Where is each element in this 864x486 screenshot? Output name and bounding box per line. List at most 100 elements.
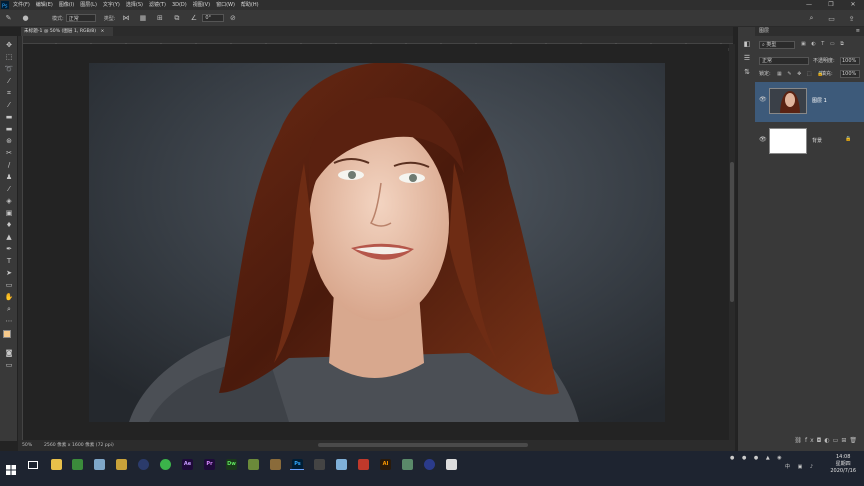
vertical-scrollbar[interactable] — [729, 44, 735, 440]
app-icon-10[interactable] — [424, 459, 435, 470]
content-aware-icon[interactable]: ⊞ — [154, 13, 165, 24]
brush-tool-preset-icon[interactable]: ✎ — [3, 13, 14, 24]
adjustments-panel-icon[interactable]: ⇅ — [742, 67, 752, 77]
windows-start-icon[interactable] — [6, 460, 16, 475]
illustrator-icon[interactable]: AI — [380, 459, 391, 470]
minimize-button[interactable]: — — [798, 0, 820, 10]
menu-3d[interactable]: 3D(D) — [169, 0, 190, 10]
horizontal-scroll-thumb[interactable] — [318, 443, 528, 447]
angle-icon[interactable]: ∠ — [188, 13, 199, 24]
photoshop-logo-icon[interactable]: Ps — [0, 0, 10, 10]
fill-input[interactable]: 100% — [840, 70, 860, 78]
share-icon[interactable]: ⇪ — [846, 13, 857, 24]
link-layers-icon[interactable]: ⛓ — [794, 437, 805, 444]
menu-edit[interactable]: 编辑(E) — [33, 0, 56, 10]
hand-tool-icon[interactable]: ✋ — [4, 292, 14, 302]
shape-tool-icon[interactable]: ▭ — [4, 280, 14, 290]
app-icon-6[interactable] — [314, 459, 325, 470]
app-icon-2[interactable] — [94, 459, 105, 470]
search-icon[interactable]: ⌕ — [806, 13, 817, 24]
path-selection-tool-icon[interactable]: ➤ — [4, 268, 14, 278]
close-window-button[interactable]: ✕ — [842, 0, 864, 10]
file-explorer-icon[interactable] — [51, 459, 62, 470]
document-info[interactable]: 2560 像素 x 1600 像素 (72 ppi) — [44, 440, 114, 451]
clone-stamp-tool-icon[interactable]: ♟ — [4, 172, 14, 182]
browser-icon[interactable] — [138, 459, 149, 470]
close-tab-icon[interactable]: × — [100, 29, 104, 34]
properties-panel-icon[interactable]: ☰ — [742, 53, 752, 63]
eye-icon[interactable]: 👁 — [759, 96, 767, 103]
tray-icons-top[interactable]: ● ● ● ▲ ◉ — [730, 455, 785, 461]
lock-icon[interactable]: 🔒 — [845, 136, 851, 142]
app-icon-3[interactable] — [116, 459, 127, 470]
filter-type-select[interactable]: ⌕ 类型 — [759, 41, 795, 49]
app-icon-5[interactable] — [270, 459, 281, 470]
document-tab[interactable]: 未标题-1 @ 50% (图层 1, RGB/8) × — [21, 27, 113, 36]
zoom-level[interactable]: 50% — [22, 440, 32, 451]
history-brush-tool-icon[interactable]: ⁄ — [4, 184, 14, 194]
menu-help[interactable]: 帮助(H) — [238, 0, 262, 10]
create-texture-icon[interactable]: ▦ — [137, 13, 148, 24]
magic-wand-tool-icon[interactable]: ⁄ — [4, 76, 14, 86]
menu-image[interactable]: 图像(I) — [56, 0, 77, 10]
menu-file[interactable]: 文件(F) — [10, 0, 33, 10]
foreground-color-swatch[interactable] — [3, 330, 11, 338]
zoom-tool-icon[interactable]: ⌕ — [4, 304, 14, 314]
opacity-input[interactable]: 100% — [840, 57, 860, 65]
pencil-tool-icon[interactable]: / — [4, 160, 14, 170]
eraser-tool-icon[interactable]: ◈ — [4, 196, 14, 206]
app-icon-7[interactable] — [336, 459, 347, 470]
adjustment-layer-icon[interactable]: ◐ — [824, 437, 832, 444]
scissors-tool-icon[interactable]: ✂ — [4, 148, 14, 158]
type-tool-icon[interactable]: T — [4, 256, 14, 266]
workspace-icon[interactable]: ▭ — [826, 13, 837, 24]
wechat-icon[interactable] — [160, 459, 171, 470]
pen-tool-icon[interactable]: ✒ — [4, 244, 14, 254]
marquee-tool-icon[interactable]: ⬚ — [4, 52, 14, 62]
dreamweaver-icon[interactable]: Dw — [226, 459, 237, 470]
blend-mode-select[interactable]: 正常 — [759, 57, 809, 65]
menu-filter[interactable]: 滤镜(T) — [146, 0, 169, 10]
layers-tab[interactable]: 图层 — [759, 28, 769, 34]
vertical-scroll-thumb[interactable] — [730, 162, 734, 302]
dodge-tool-icon[interactable]: ▲ — [4, 232, 14, 242]
menu-select[interactable]: 选择(S) — [123, 0, 146, 10]
gradient-tool-icon[interactable]: ▣ — [4, 208, 14, 218]
document-image[interactable] — [89, 63, 665, 422]
task-view-icon[interactable] — [28, 461, 38, 469]
delete-layer-icon[interactable]: 🗑 — [849, 437, 860, 444]
panel-menu-icon[interactable]: ≡ — [856, 27, 860, 36]
screen-mode-icon[interactable]: ▭ — [4, 360, 14, 370]
tray-icons-bottom[interactable]: 中 ▣ ♪ — [785, 463, 816, 470]
lasso-tool-icon[interactable]: ➰ — [4, 64, 14, 74]
menu-type[interactable]: 文字(Y) — [100, 0, 123, 10]
healing-brush-tool-icon[interactable]: ▬ — [4, 112, 14, 122]
eye-icon[interactable]: 👁 — [759, 136, 767, 143]
layer-name[interactable]: 背景 — [812, 137, 822, 144]
app-icon-1[interactable] — [72, 459, 83, 470]
premiere-icon[interactable]: Pr — [204, 459, 215, 470]
proximity-match-icon[interactable]: ⋈ — [120, 13, 131, 24]
angle-input[interactable]: 0° — [202, 14, 225, 22]
mode-select[interactable]: 正常 — [65, 14, 96, 22]
brush-tool-icon[interactable]: ▬ — [4, 124, 14, 134]
maximize-button[interactable]: ❐ — [820, 0, 842, 10]
after-effects-icon[interactable]: Ae — [182, 459, 193, 470]
app-icon-4[interactable] — [248, 459, 259, 470]
app-icon-9[interactable] — [402, 459, 413, 470]
layer-name[interactable]: 图层 1 — [812, 97, 827, 104]
system-clock[interactable]: 14:08 星期四 2020/7/16 — [830, 454, 856, 475]
brush-size-icon[interactable]: ● — [20, 13, 31, 24]
sample-all-layers-icon[interactable]: ⧉ — [171, 13, 182, 24]
menu-window[interactable]: 窗口(W) — [213, 0, 238, 10]
blur-tool-icon[interactable]: ♦ — [4, 220, 14, 230]
app-icon-11[interactable] — [446, 459, 457, 470]
quick-mask-icon[interactable]: ◙ — [4, 348, 14, 358]
pressure-icon[interactable]: ⊘ — [227, 13, 238, 24]
menu-layer[interactable]: 图层(L) — [77, 0, 100, 10]
lock-icons[interactable]: ▦ ✎ ✥ ⬚ 🔒 — [777, 70, 825, 78]
patch-tool-icon[interactable]: ⊛ — [4, 136, 14, 146]
app-icon-8[interactable] — [358, 459, 369, 470]
layer-row-background[interactable]: 👁 背景 🔒 — [755, 124, 864, 158]
more-tools-icon[interactable]: ⋯ — [4, 316, 14, 326]
